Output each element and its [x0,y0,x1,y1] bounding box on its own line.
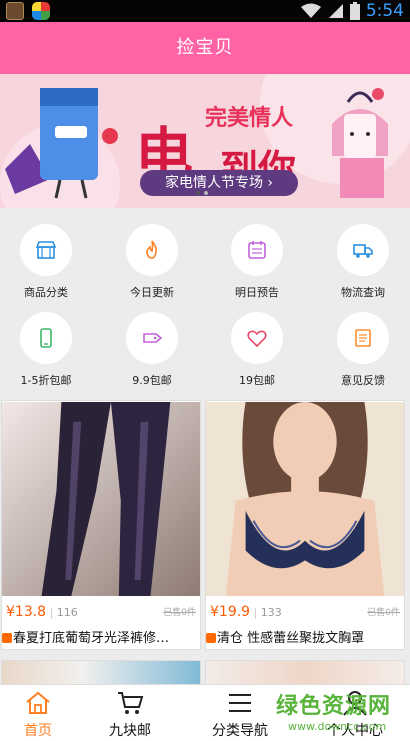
product-price-row: ¥19.9 | 133 已售0件 [210,604,400,620]
wifi-icon [300,3,321,18]
product-name-row: 春夏打底葡萄牙光泽裤修… [2,627,200,645]
calendar-icon [248,241,266,259]
page-title: 捡宝贝 [176,37,234,58]
flame-icon [146,240,157,259]
nav-home[interactable]: 首页 [0,685,76,741]
truck-icon [353,244,373,258]
product-sold: 已售0件 [367,608,400,618]
app-header: 捡宝贝 [0,22,410,74]
category-item-tomorrow[interactable]: 明日预告 [212,224,302,300]
battery-icon [349,2,360,20]
app-notification-icon [6,2,24,20]
category-label: 意见反馈 [341,374,385,387]
product-price-row: ¥13.8 | 116 已售0件 [6,604,196,620]
category-label: 今日更新 [130,286,174,299]
system-icons: 5:54 [300,0,404,22]
nav-label: 首页 [24,723,52,739]
product-card[interactable]: ¥13.8 | 116 已售0件 春夏打底葡萄牙光泽裤修… [1,400,201,650]
watermark-url: www.downcc.com [288,720,387,733]
banner-subtitle: 家电情人节专场 › [140,170,298,196]
category-item-99[interactable]: 9.9包邮 [107,312,197,388]
category-label: 19包邮 [239,374,275,387]
store-notification-icon [32,2,50,20]
watermark-title: 绿色资源网 [276,694,392,719]
category-circle [20,312,72,364]
category-item-19[interactable]: 19包邮 [212,312,302,388]
category-label: 商品分类 [24,286,68,299]
carousel-dots[interactable] [196,191,208,195]
category-grid: 商品分类 今日更新 明日预告 物流查询 1-5折包邮 9.9包邮 19包邮 意见… [0,208,410,396]
platform-tag-icon [2,633,12,643]
category-circle [337,312,389,364]
category-label: 1-5折包邮 [20,374,72,387]
site-watermark: 绿色资源网 www.downcc.com [276,688,406,738]
signal-icon [328,4,343,18]
category-label: 9.9包邮 [132,374,172,387]
category-circle [231,312,283,364]
note-icon [355,329,371,347]
category-label: 明日预告 [235,286,279,299]
store-icon [35,241,57,259]
category-circle [231,224,283,276]
product-price: ¥19.9 [210,604,251,620]
phone-icon [40,328,52,348]
category-item-goods[interactable]: 商品分类 [1,224,91,300]
nav-category[interactable]: 分类导航 [198,685,282,741]
product-image [2,401,200,597]
category-circle [337,224,389,276]
category-item-today[interactable]: 今日更新 [107,224,197,300]
product-count: 116 [56,606,78,619]
product-name-row: 清仓 性感蕾丝聚拢文胸罩 [206,627,404,645]
product-sold: 已售0件 [163,608,196,618]
cart-icon [118,692,144,714]
nav-label: 分类导航 [212,723,268,739]
product-price: ¥13.8 [6,604,47,620]
product-card[interactable]: ¥19.9 | 133 已售0件 清仓 性感蕾丝聚拢文胸罩 [205,400,405,650]
nav-jiukuaiyou[interactable]: 九块邮 [92,685,168,741]
product-name: 清仓 性感蕾丝聚拢文胸罩 [217,631,365,645]
product-image [206,401,404,597]
promo-banner[interactable]: 电 完美情人 到你 家电情人节专场 › [0,74,410,208]
menu-icon [229,694,251,712]
carousel-dot[interactable] [196,191,200,195]
category-label: 物流查询 [341,286,385,299]
product-count: 133 [260,606,282,619]
heart-icon [247,330,267,348]
category-item-discount[interactable]: 1-5折包邮 [1,312,91,388]
category-circle [20,224,72,276]
category-item-logistics[interactable]: 物流查询 [318,224,408,300]
nav-label: 九块邮 [109,723,151,739]
status-time: 5:54 [365,1,404,21]
tag-icon [143,333,163,343]
category-item-feedback[interactable]: 意见反馈 [318,312,408,388]
category-circle [126,312,178,364]
product-name: 春夏打底葡萄牙光泽裤修… [13,631,170,645]
status-bar: 5:54 [0,0,410,22]
carousel-dot[interactable] [204,191,208,195]
banner-line1: 完美情人 [205,106,294,131]
platform-tag-icon [206,633,216,643]
home-icon [26,691,50,714]
category-circle [126,224,178,276]
